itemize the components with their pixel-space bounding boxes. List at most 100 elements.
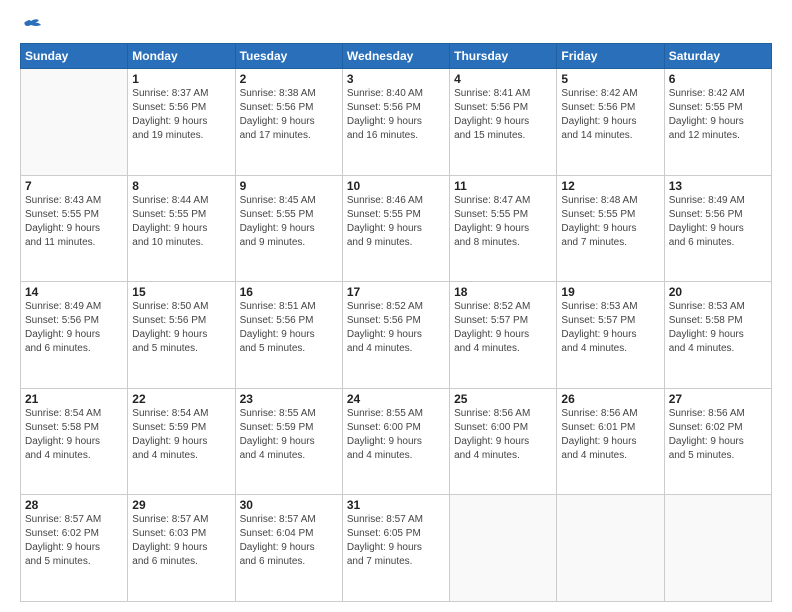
day-number: 3 [347, 72, 445, 86]
day-number: 5 [561, 72, 659, 86]
day-info: Sunrise: 8:53 AMSunset: 5:58 PMDaylight:… [669, 300, 767, 356]
day-cell: 26Sunrise: 8:56 AMSunset: 6:01 PMDayligh… [557, 388, 664, 495]
day-number: 4 [454, 72, 552, 86]
day-number: 23 [240, 392, 338, 406]
day-cell: 27Sunrise: 8:56 AMSunset: 6:02 PMDayligh… [664, 388, 771, 495]
day-number: 30 [240, 498, 338, 512]
day-cell: 10Sunrise: 8:46 AMSunset: 5:55 PMDayligh… [342, 175, 449, 282]
day-cell [450, 495, 557, 602]
day-info: Sunrise: 8:56 AMSunset: 6:01 PMDaylight:… [561, 407, 659, 463]
day-info: Sunrise: 8:55 AMSunset: 6:00 PMDaylight:… [347, 407, 445, 463]
day-number: 6 [669, 72, 767, 86]
day-cell: 17Sunrise: 8:52 AMSunset: 5:56 PMDayligh… [342, 282, 449, 389]
day-cell: 12Sunrise: 8:48 AMSunset: 5:55 PMDayligh… [557, 175, 664, 282]
day-info: Sunrise: 8:52 AMSunset: 5:56 PMDaylight:… [347, 300, 445, 356]
day-cell: 2Sunrise: 8:38 AMSunset: 5:56 PMDaylight… [235, 69, 342, 176]
weekday-tuesday: Tuesday [235, 44, 342, 69]
weekday-wednesday: Wednesday [342, 44, 449, 69]
day-info: Sunrise: 8:41 AMSunset: 5:56 PMDaylight:… [454, 87, 552, 143]
day-number: 24 [347, 392, 445, 406]
day-info: Sunrise: 8:42 AMSunset: 5:56 PMDaylight:… [561, 87, 659, 143]
day-cell: 8Sunrise: 8:44 AMSunset: 5:55 PMDaylight… [128, 175, 235, 282]
day-cell [557, 495, 664, 602]
day-cell: 31Sunrise: 8:57 AMSunset: 6:05 PMDayligh… [342, 495, 449, 602]
week-row-4: 28Sunrise: 8:57 AMSunset: 6:02 PMDayligh… [21, 495, 772, 602]
day-cell: 18Sunrise: 8:52 AMSunset: 5:57 PMDayligh… [450, 282, 557, 389]
day-info: Sunrise: 8:44 AMSunset: 5:55 PMDaylight:… [132, 194, 230, 250]
day-cell: 23Sunrise: 8:55 AMSunset: 5:59 PMDayligh… [235, 388, 342, 495]
day-number: 9 [240, 179, 338, 193]
day-info: Sunrise: 8:37 AMSunset: 5:56 PMDaylight:… [132, 87, 230, 143]
day-cell: 25Sunrise: 8:56 AMSunset: 6:00 PMDayligh… [450, 388, 557, 495]
day-cell [21, 69, 128, 176]
day-cell: 30Sunrise: 8:57 AMSunset: 6:04 PMDayligh… [235, 495, 342, 602]
day-cell: 7Sunrise: 8:43 AMSunset: 5:55 PMDaylight… [21, 175, 128, 282]
day-cell: 29Sunrise: 8:57 AMSunset: 6:03 PMDayligh… [128, 495, 235, 602]
day-number: 7 [25, 179, 123, 193]
weekday-thursday: Thursday [450, 44, 557, 69]
day-cell: 22Sunrise: 8:54 AMSunset: 5:59 PMDayligh… [128, 388, 235, 495]
day-info: Sunrise: 8:56 AMSunset: 6:02 PMDaylight:… [669, 407, 767, 463]
weekday-sunday: Sunday [21, 44, 128, 69]
calendar-table: SundayMondayTuesdayWednesdayThursdayFrid… [20, 43, 772, 602]
day-number: 20 [669, 285, 767, 299]
day-info: Sunrise: 8:49 AMSunset: 5:56 PMDaylight:… [25, 300, 123, 356]
day-number: 27 [669, 392, 767, 406]
day-info: Sunrise: 8:43 AMSunset: 5:55 PMDaylight:… [25, 194, 123, 250]
header [20, 18, 772, 33]
day-number: 15 [132, 285, 230, 299]
day-number: 17 [347, 285, 445, 299]
day-info: Sunrise: 8:42 AMSunset: 5:55 PMDaylight:… [669, 87, 767, 143]
day-info: Sunrise: 8:53 AMSunset: 5:57 PMDaylight:… [561, 300, 659, 356]
weekday-friday: Friday [557, 44, 664, 69]
day-number: 25 [454, 392, 552, 406]
day-number: 10 [347, 179, 445, 193]
day-number: 12 [561, 179, 659, 193]
day-cell: 24Sunrise: 8:55 AMSunset: 6:00 PMDayligh… [342, 388, 449, 495]
day-info: Sunrise: 8:51 AMSunset: 5:56 PMDaylight:… [240, 300, 338, 356]
day-info: Sunrise: 8:40 AMSunset: 5:56 PMDaylight:… [347, 87, 445, 143]
day-cell: 1Sunrise: 8:37 AMSunset: 5:56 PMDaylight… [128, 69, 235, 176]
day-info: Sunrise: 8:57 AMSunset: 6:02 PMDaylight:… [25, 513, 123, 569]
day-number: 31 [347, 498, 445, 512]
day-number: 26 [561, 392, 659, 406]
day-info: Sunrise: 8:47 AMSunset: 5:55 PMDaylight:… [454, 194, 552, 250]
day-info: Sunrise: 8:54 AMSunset: 5:59 PMDaylight:… [132, 407, 230, 463]
week-row-2: 14Sunrise: 8:49 AMSunset: 5:56 PMDayligh… [21, 282, 772, 389]
day-number: 1 [132, 72, 230, 86]
day-cell [664, 495, 771, 602]
day-number: 18 [454, 285, 552, 299]
logo [20, 18, 44, 33]
day-number: 29 [132, 498, 230, 512]
day-number: 8 [132, 179, 230, 193]
day-number: 14 [25, 285, 123, 299]
day-info: Sunrise: 8:50 AMSunset: 5:56 PMDaylight:… [132, 300, 230, 356]
day-cell: 28Sunrise: 8:57 AMSunset: 6:02 PMDayligh… [21, 495, 128, 602]
day-info: Sunrise: 8:48 AMSunset: 5:55 PMDaylight:… [561, 194, 659, 250]
day-cell: 21Sunrise: 8:54 AMSunset: 5:58 PMDayligh… [21, 388, 128, 495]
weekday-monday: Monday [128, 44, 235, 69]
day-info: Sunrise: 8:55 AMSunset: 5:59 PMDaylight:… [240, 407, 338, 463]
weekday-header-row: SundayMondayTuesdayWednesdayThursdayFrid… [21, 44, 772, 69]
day-cell: 3Sunrise: 8:40 AMSunset: 5:56 PMDaylight… [342, 69, 449, 176]
day-number: 16 [240, 285, 338, 299]
day-info: Sunrise: 8:46 AMSunset: 5:55 PMDaylight:… [347, 194, 445, 250]
weekday-saturday: Saturday [664, 44, 771, 69]
day-info: Sunrise: 8:57 AMSunset: 6:04 PMDaylight:… [240, 513, 338, 569]
week-row-1: 7Sunrise: 8:43 AMSunset: 5:55 PMDaylight… [21, 175, 772, 282]
day-info: Sunrise: 8:38 AMSunset: 5:56 PMDaylight:… [240, 87, 338, 143]
day-cell: 9Sunrise: 8:45 AMSunset: 5:55 PMDaylight… [235, 175, 342, 282]
day-cell: 14Sunrise: 8:49 AMSunset: 5:56 PMDayligh… [21, 282, 128, 389]
day-cell: 13Sunrise: 8:49 AMSunset: 5:56 PMDayligh… [664, 175, 771, 282]
day-cell: 20Sunrise: 8:53 AMSunset: 5:58 PMDayligh… [664, 282, 771, 389]
day-info: Sunrise: 8:52 AMSunset: 5:57 PMDaylight:… [454, 300, 552, 356]
day-number: 2 [240, 72, 338, 86]
day-number: 13 [669, 179, 767, 193]
day-info: Sunrise: 8:49 AMSunset: 5:56 PMDaylight:… [669, 194, 767, 250]
day-cell: 15Sunrise: 8:50 AMSunset: 5:56 PMDayligh… [128, 282, 235, 389]
day-cell: 6Sunrise: 8:42 AMSunset: 5:55 PMDaylight… [664, 69, 771, 176]
week-row-0: 1Sunrise: 8:37 AMSunset: 5:56 PMDaylight… [21, 69, 772, 176]
day-info: Sunrise: 8:56 AMSunset: 6:00 PMDaylight:… [454, 407, 552, 463]
day-number: 11 [454, 179, 552, 193]
day-info: Sunrise: 8:57 AMSunset: 6:05 PMDaylight:… [347, 513, 445, 569]
